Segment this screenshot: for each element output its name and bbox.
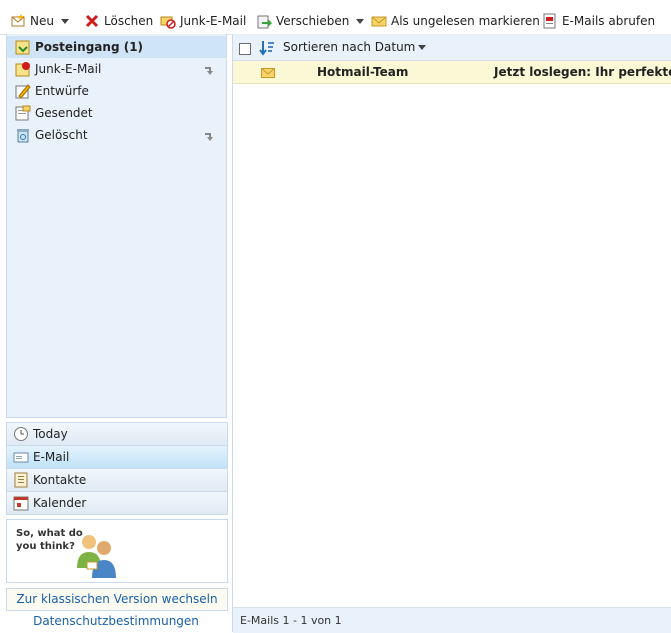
- folder-label: Junk-E-Mail: [35, 62, 102, 76]
- nav-label: Today: [33, 427, 68, 441]
- junk-icon: [160, 13, 176, 29]
- chevron-down-icon[interactable]: [356, 18, 365, 24]
- folder-inbox[interactable]: Posteingang (1): [7, 36, 226, 58]
- move-button[interactable]: Verschieben: [256, 11, 365, 31]
- nav-label: Kalender: [33, 496, 87, 510]
- delete-button[interactable]: Löschen: [84, 11, 153, 31]
- contacts-icon: [13, 472, 29, 488]
- folder-label: Gelöscht: [35, 128, 88, 142]
- unread-envelope-icon: [261, 67, 275, 78]
- new-mail-icon: [10, 13, 26, 29]
- message-row[interactable]: Hotmail-Team Jetzt loslegen: Ihr perfekt…: [233, 61, 671, 84]
- fetch-mail-button[interactable]: E-Mails abrufen: [542, 11, 655, 31]
- nav-label: Kontakte: [33, 473, 87, 487]
- empty-folder-icon[interactable]: [203, 64, 215, 76]
- clock-icon: [13, 426, 29, 442]
- new-button-label: Neu: [30, 14, 54, 28]
- junk-button-label: Junk-E-Mail: [180, 14, 247, 28]
- folder-sent[interactable]: Gesendet: [7, 102, 226, 124]
- nav-calendar[interactable]: Kalender: [6, 491, 228, 515]
- fetch-mail-label: E-Mails abrufen: [562, 14, 656, 28]
- chevron-down-icon[interactable]: [60, 18, 69, 24]
- fetch-mail-icon: [542, 13, 558, 29]
- classic-version-link[interactable]: Zur klassischen Version wechseln: [6, 588, 228, 611]
- sort-label: Sortieren nach Datum: [283, 40, 416, 54]
- mail-icon: [13, 449, 29, 465]
- inbox-icon: [15, 39, 31, 55]
- message-count: E-Mails 1 - 1 von 1: [240, 614, 342, 627]
- move-icon: [256, 13, 272, 29]
- deleted-icon: [15, 127, 31, 143]
- nav-email[interactable]: E-Mail: [6, 445, 228, 469]
- list-header: Sortieren nach Datum: [233, 34, 671, 61]
- envelope-icon: [371, 13, 387, 29]
- nav-contacts[interactable]: Kontakte: [6, 468, 228, 492]
- folder-label: Entwürfe: [35, 84, 89, 98]
- drafts-icon: [15, 83, 31, 99]
- junk-button[interactable]: Junk-E-Mail: [160, 11, 246, 31]
- privacy-link[interactable]: Datenschutzbestimmungen: [6, 614, 226, 628]
- folder-drafts[interactable]: Entwürfe: [7, 80, 226, 102]
- empty-folder-icon[interactable]: [203, 130, 215, 142]
- sort-icon[interactable]: [259, 40, 275, 56]
- new-button[interactable]: Neu: [10, 11, 69, 31]
- folder-label: Posteingang (1): [35, 40, 144, 54]
- move-button-label: Verschieben: [276, 14, 350, 28]
- folder-junk[interactable]: Junk-E-Mail: [7, 58, 226, 80]
- nav-today[interactable]: Today: [6, 422, 228, 446]
- message-list-pane: Sortieren nach Datum Hotmail-Team Jetzt …: [232, 34, 671, 633]
- calendar-icon: [13, 495, 29, 511]
- select-all-checkbox[interactable]: [239, 43, 251, 55]
- chevron-down-icon: [418, 44, 427, 50]
- mark-unread-button[interactable]: Als ungelesen markieren: [371, 11, 540, 31]
- sent-icon: [15, 105, 31, 121]
- folder-pane: Posteingang (1) Junk-E-Mail Entwürfe Ges…: [6, 34, 227, 418]
- folder-label: Gesendet: [35, 106, 93, 120]
- people-icon: [73, 532, 123, 583]
- message-from: Hotmail-Team: [317, 65, 409, 79]
- delete-x-icon: [84, 13, 100, 29]
- feedback-box[interactable]: So, what do you think?: [6, 519, 228, 583]
- sort-dropdown[interactable]: Sortieren nach Datum: [283, 40, 427, 54]
- status-bar: E-Mails 1 - 1 von 1: [233, 607, 671, 633]
- nav-label: E-Mail: [33, 450, 70, 464]
- folder-deleted[interactable]: Gelöscht: [7, 124, 226, 146]
- message-subject: Jetzt loslegen: Ihr perfekte: [494, 65, 671, 79]
- junk-folder-icon: [15, 61, 31, 77]
- toolbar: Neu Löschen Junk-E-Mail Verschieben Als …: [0, 0, 671, 35]
- mark-unread-label: Als ungelesen markieren: [391, 14, 540, 28]
- delete-button-label: Löschen: [104, 14, 154, 28]
